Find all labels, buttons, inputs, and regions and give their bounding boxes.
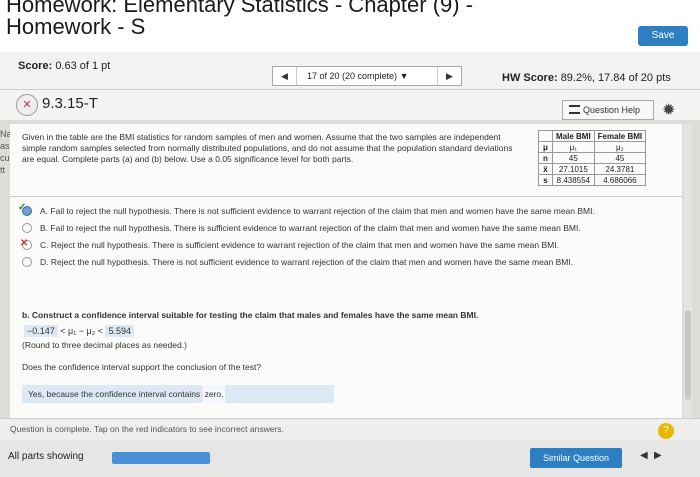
ci-upper-input[interactable]: 5.594 — [105, 325, 135, 337]
help-icon[interactable]: ? — [658, 423, 674, 439]
table-cell: 45 — [593, 152, 647, 164]
chevron-down-icon: ▼ — [399, 71, 409, 81]
side-letter: Na — [0, 129, 10, 139]
all-parts-label: All parts showing — [8, 451, 84, 462]
follow-up-question: Does the confidence interval support the… — [22, 362, 262, 372]
score-label: Score: — [18, 60, 53, 72]
table-cell: 24.3781 — [593, 163, 647, 175]
hw-score-label: HW Score: — [502, 72, 558, 84]
similar-question-button[interactable]: Similar Question — [530, 448, 622, 468]
table-cell: μ₂ — [593, 141, 647, 153]
table-row: x̄ 27.1015 24.3781 — [538, 163, 647, 175]
score-value: 0.63 of 1 pt — [55, 60, 111, 72]
option-letter: D. — [40, 257, 49, 267]
progress-bar — [112, 452, 210, 464]
option-d[interactable]: D. Reject the null hypothesis. There is … — [22, 257, 672, 268]
answer-select[interactable]: Yes, — [28, 389, 44, 399]
partial-credit-icon: ✕ — [16, 94, 38, 116]
table-header — [538, 130, 553, 142]
incorrect-x-icon: ✕ — [20, 238, 29, 249]
option-text: Fail to reject the null hypothesis. Ther… — [50, 206, 595, 216]
table-cell: s — [538, 174, 553, 186]
save-button[interactable]: Save — [638, 26, 688, 46]
side-cutoff-text: Na as cu tt — [0, 128, 10, 176]
menu-icon — [569, 105, 580, 114]
table-header: Male BMI — [552, 130, 595, 142]
option-letter: A. — [40, 206, 49, 216]
question-select[interactable]: 17 of 20 (20 complete) ▼ — [307, 71, 409, 81]
status-message: Question is complete. Tap on the red ind… — [10, 424, 284, 434]
score-bar: Score: 0.63 of 1 pt ◀ 17 of 20 (20 compl… — [0, 52, 700, 90]
footer-prev-button[interactable]: ◀ — [640, 450, 648, 461]
table-cell: 8.438554 — [552, 174, 595, 186]
table-cell: x̄ — [538, 163, 553, 175]
side-letter: tt — [0, 165, 6, 175]
table-row: n 45 45 — [538, 152, 647, 164]
table-cell: 4.686066 — [593, 174, 647, 186]
status-bar: Question is complete. Tap on the red ind… — [0, 418, 700, 440]
option-letter: C. — [40, 240, 49, 250]
table-header-row: Male BMI Female BMI — [538, 130, 647, 142]
table-cell: μ₁ — [552, 141, 595, 153]
question-count: 17 of 20 (20 complete) — [307, 71, 398, 81]
option-text: Reject the null hypothesis. There is suf… — [50, 240, 559, 250]
option-text: Reject the null hypothesis. There is not… — [50, 257, 574, 267]
radio[interactable] — [22, 257, 32, 267]
table-cell: μ — [538, 141, 553, 153]
question-help-label: Question Help — [583, 105, 641, 115]
table-row: s 8.438554 4.686066 — [538, 174, 647, 186]
bmi-data-table: Male BMI Female BMI μ μ₁ μ₂ n 45 45 x̄ 2… — [538, 130, 647, 186]
question-id: 9.3.15-T — [42, 95, 98, 112]
scrollbar[interactable] — [684, 124, 692, 418]
question-help-button[interactable]: Question Help — [562, 100, 654, 120]
scroll-thumb[interactable] — [685, 310, 691, 400]
part-b-text: b. Construct a confidence interval suita… — [22, 310, 479, 320]
option-letter: B. — [40, 223, 49, 233]
side-letter: cu — [0, 153, 10, 163]
ci-middle: < μ₁ − μ₂ < — [60, 326, 103, 336]
correct-check-icon: ✓ — [18, 202, 27, 213]
score: Score: 0.63 of 1 pt — [18, 60, 110, 72]
part-b-prompt: b. Construct a confidence interval suita… — [22, 310, 478, 320]
answer-options: ✓ A. Fail to reject the null hypothesis.… — [18, 202, 672, 274]
table-cell: 45 — [552, 152, 595, 164]
table-row: μ μ₁ μ₂ — [538, 141, 647, 153]
header: Homework: Elementary Statistics - Chapte… — [0, 0, 700, 52]
question-text: Given in the table are the BMI statistic… — [22, 132, 513, 164]
question-content: Given in the table are the BMI statistic… — [10, 124, 682, 436]
answer-text: because the confidence interval contains — [46, 389, 201, 399]
option-a[interactable]: ✓ A. Fail to reject the null hypothesis.… — [18, 202, 672, 217]
option-b[interactable]: B. Fail to reject the null hypothesis. T… — [22, 223, 672, 234]
footer: All parts showing Similar Question ◀ ▶ — [0, 440, 700, 477]
hw-score-value: 89.2%, 17.84 of 20 pts — [560, 72, 671, 84]
ci-lower-input[interactable]: −0.147 — [24, 325, 58, 337]
option-text: Fail to reject the null hypothesis. Ther… — [50, 223, 581, 233]
next-question-button[interactable]: ▶ — [437, 67, 461, 85]
round-note: (Round to three decimal places as needed… — [22, 340, 187, 350]
side-letter: as — [0, 141, 10, 151]
table-cell: 27.1015 — [552, 163, 595, 175]
question-navigator: ◀ 17 of 20 (20 complete) ▼ ▶ — [272, 66, 462, 86]
answer-value-select[interactable]: zero. — [202, 385, 226, 403]
table-header: Female BMI — [593, 130, 647, 142]
footer-next-button[interactable]: ▶ — [654, 450, 662, 461]
prev-question-button[interactable]: ◀ — [273, 67, 297, 85]
gear-icon[interactable]: ✹ — [662, 100, 675, 120]
radio[interactable] — [22, 223, 32, 233]
follow-up-answer: Yes, because the confidence interval con… — [22, 385, 334, 403]
confidence-interval: −0.147 < μ₁ − μ₂ < 5.594 — [24, 325, 135, 337]
option-c[interactable]: ✕ C. Reject the null hypothesis. There i… — [20, 238, 672, 251]
page-title: Homework: Elementary Statistics - Chapte… — [6, 0, 474, 39]
hw-score: HW Score: 89.2%, 17.84 of 20 pts — [502, 72, 671, 84]
table-cell: n — [538, 152, 553, 164]
divider — [10, 196, 682, 197]
